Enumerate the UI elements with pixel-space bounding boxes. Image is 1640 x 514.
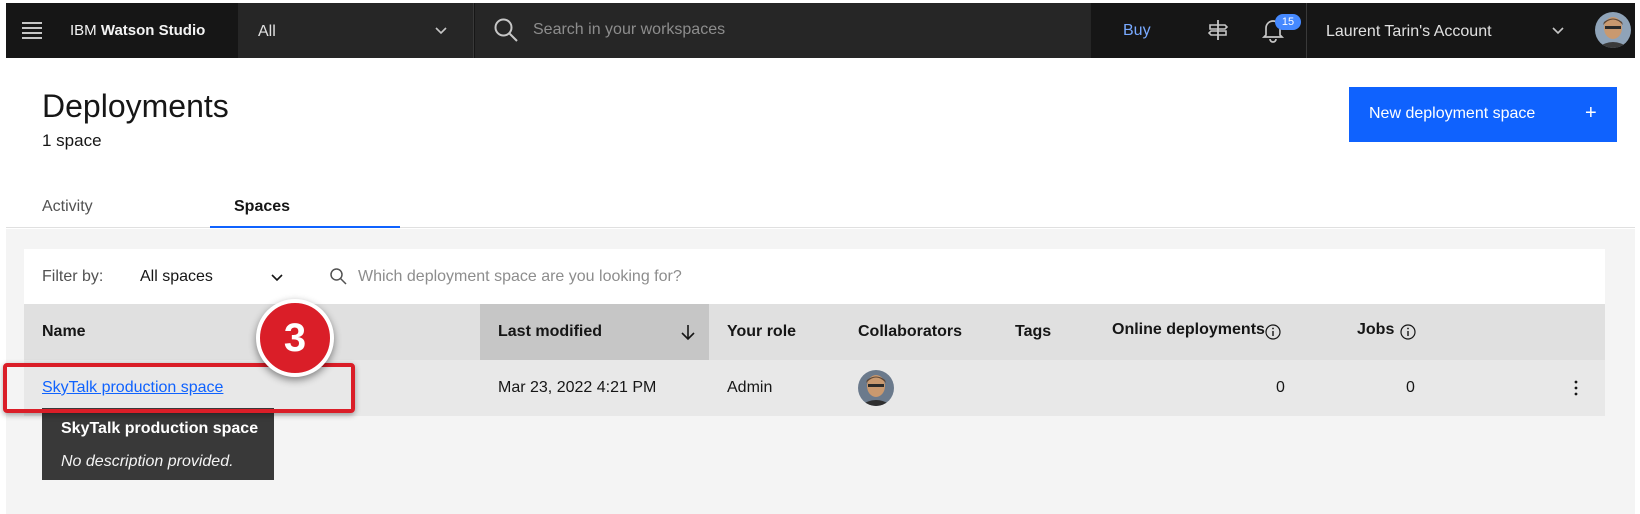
global-search <box>475 3 1091 58</box>
cell-your-role: Admin <box>727 379 773 396</box>
chevron-down-icon <box>1552 27 1564 35</box>
cell-last-modified: Mar 23, 2022 4:21 PM <box>498 379 657 396</box>
cell-jobs: 0 <box>1406 379 1415 396</box>
context-switcher[interactable]: All <box>238 3 474 58</box>
page-title: Deployments <box>42 88 229 124</box>
account-switcher[interactable]: Laurent Tarin's Account <box>1306 3 1584 58</box>
tab-activity-label: Activity <box>42 198 93 215</box>
table-toolbar: Filter by: All spaces <box>24 249 1605 304</box>
hamburger-menu-icon[interactable] <box>22 22 42 39</box>
column-header-tags[interactable]: Tags <box>1015 304 1051 360</box>
account-name: Laurent Tarin's Account <box>1326 23 1492 40</box>
step-number-badge: 3 <box>256 299 334 377</box>
new-deployment-space-button[interactable]: New deployment space + <box>1349 87 1617 142</box>
tab-list: Activity Spaces <box>6 186 1635 228</box>
column-header-jobs[interactable]: Jobs <box>1357 304 1394 360</box>
brand-name: Watson Studio <box>100 22 206 39</box>
tab-activity[interactable]: Activity <box>6 186 210 228</box>
filter-dropdown-value: All spaces <box>140 268 213 285</box>
column-header-name[interactable]: Name <box>42 304 86 360</box>
space-tooltip: SkyTalk production space No description … <box>42 408 274 480</box>
tooltip-title: SkyTalk production space <box>61 420 259 437</box>
add-icon: + <box>1585 102 1597 124</box>
space-count: 1 space <box>42 131 102 150</box>
tooltip-description: No description provided. <box>61 453 234 470</box>
info-icon[interactable] <box>1399 323 1417 341</box>
overflow-menu-icon[interactable] <box>1566 378 1586 398</box>
product-name[interactable]: IBM Watson Studio <box>70 22 205 39</box>
user-avatar-image <box>1595 12 1631 48</box>
chevron-down-icon <box>271 274 283 282</box>
collaborator-avatar-image <box>858 370 894 406</box>
space-search-input[interactable] <box>358 261 1058 293</box>
filter-dropdown[interactable]: All spaces <box>140 259 300 295</box>
user-avatar[interactable] <box>1595 12 1631 48</box>
column-header-your-role[interactable]: Your role <box>727 304 796 360</box>
tab-spaces[interactable]: Spaces <box>210 186 400 228</box>
info-icon[interactable] <box>1264 323 1282 341</box>
context-switcher-value: All <box>258 23 276 40</box>
search-icon <box>494 18 518 42</box>
cell-online-deployments: 0 <box>1276 379 1285 396</box>
column-header-last-modified-label: Last modified <box>498 323 603 340</box>
buy-link[interactable]: Buy <box>1123 22 1151 40</box>
search-icon <box>330 268 347 285</box>
column-header-collaborators[interactable]: Collaborators <box>858 304 962 360</box>
column-header-online-deployments[interactable]: Online deployments <box>1112 304 1265 360</box>
tab-spaces-label: Spaces <box>234 198 291 215</box>
notification-count-badge: 15 <box>1275 14 1301 30</box>
top-navigation-bar: IBM Watson Studio All Buy 15 Laurent Tar… <box>6 3 1635 58</box>
signpost-icon[interactable] <box>1206 18 1230 42</box>
new-deployment-space-label: New deployment space <box>1369 105 1536 122</box>
brand-prefix: IBM <box>70 22 97 39</box>
global-search-input[interactable] <box>533 15 1073 45</box>
chevron-down-icon <box>435 27 447 35</box>
collaborator-avatar[interactable] <box>858 370 894 406</box>
column-header-last-modified[interactable]: Last modified <box>480 304 709 360</box>
filter-label: Filter by: <box>42 268 104 285</box>
sort-descending-icon <box>681 325 695 341</box>
